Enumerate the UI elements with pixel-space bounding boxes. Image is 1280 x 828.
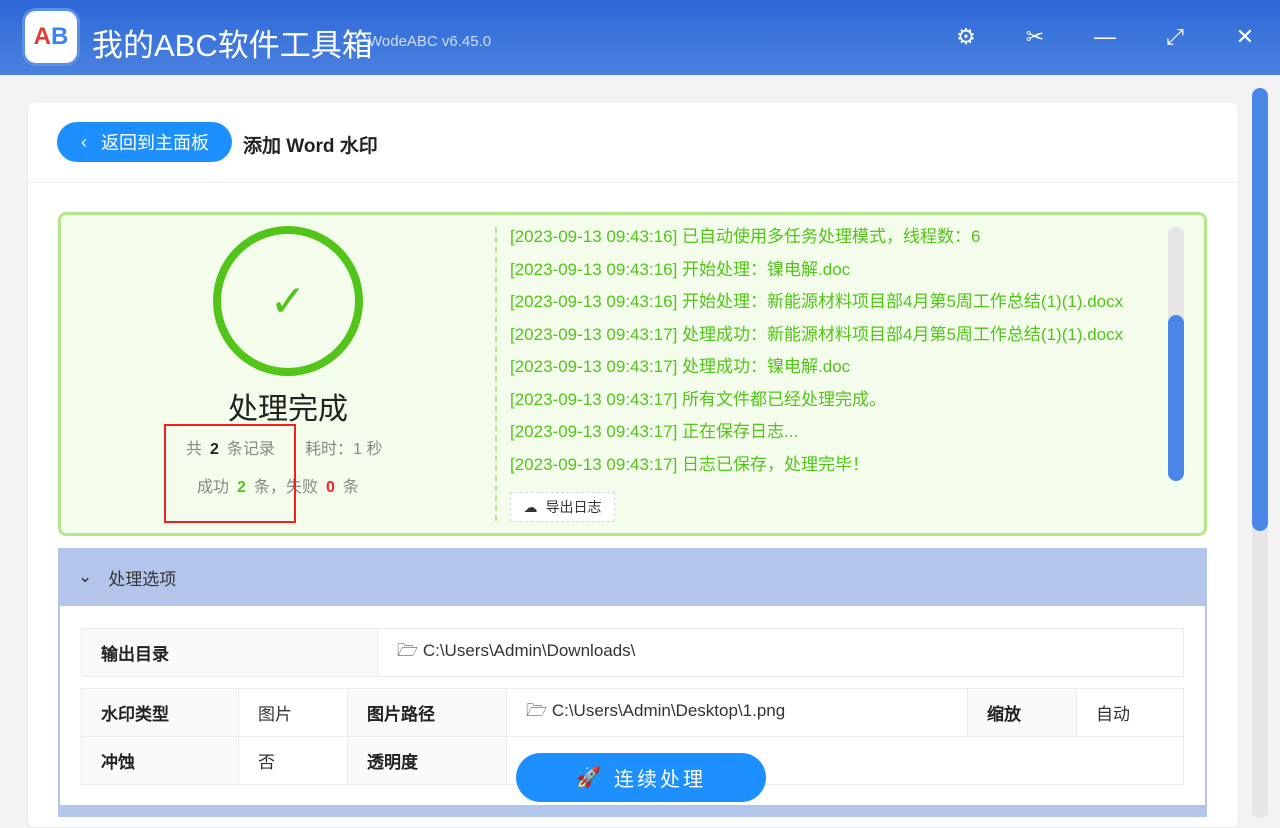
log-line: [2023-09-13 09:43:16] 开始处理：新能源材料项目部4月第5周…	[510, 292, 1124, 311]
continue-processing-button[interactable]: 🚀 连续处理	[516, 753, 766, 802]
export-log-button[interactable]: ☁ 导出日志	[510, 492, 615, 522]
log-scrollbar[interactable]	[1168, 227, 1184, 481]
erode-label: 冲蚀	[81, 736, 239, 785]
highlight-box	[164, 424, 296, 523]
log-line: [2023-09-13 09:43:17] 所有文件都已经处理完成。	[510, 389, 887, 409]
app-version: WodeABC v6.45.0	[368, 33, 492, 50]
log-line: [2023-09-13 09:43:17] 日志已保存，处理完毕！	[510, 454, 870, 474]
status-title: 处理完成	[228, 393, 348, 426]
back-label: 返回到主面板	[101, 133, 209, 153]
log-scrollbar-thumb[interactable]	[1168, 315, 1184, 481]
back-button[interactable]: ‹ 返回到主面板	[57, 122, 232, 162]
erode-value: 否	[238, 736, 348, 785]
minimize-icon[interactable]: —	[1092, 24, 1118, 50]
opacity-label: 透明度	[347, 736, 507, 785]
log-list: [2023-09-13 09:43:16] 已自动使用多任务处理模式，线程数：6…	[510, 225, 1150, 485]
export-log-label: 导出日志	[545, 499, 602, 515]
scale-value: 自动	[1076, 688, 1184, 737]
folder-icon: 🗁	[397, 641, 419, 660]
time-stat: 耗时：1 秒	[305, 441, 383, 458]
options-title: 处理选项	[108, 569, 177, 589]
img-path-value: 🗁 C:\Users\Admin\Desktop\1.png	[506, 688, 968, 737]
maximize-icon[interactable]: ⤢	[1162, 24, 1188, 50]
settings-icon[interactable]: ⚙	[953, 24, 979, 50]
cloud-upload-icon: ☁	[523, 498, 538, 515]
page-scrollbar[interactable]	[1252, 88, 1268, 818]
options-footer	[58, 805, 1207, 817]
app-title: 我的ABC软件工具箱	[92, 28, 373, 63]
log-line: [2023-09-13 09:43:17] 处理成功：新能源材料项目部4月第5周…	[510, 324, 1124, 344]
wm-type-value: 图片	[238, 688, 348, 737]
log-line: [2023-09-13 09:43:16] 已自动使用多任务处理模式，线程数：6	[510, 227, 981, 246]
options-header[interactable]: ⌄ 处理选项	[58, 548, 1207, 606]
page-scrollbar-thumb[interactable]	[1252, 88, 1268, 531]
output-table: 输出目录 🗁 C:\Users\Admin\Downloads\	[81, 628, 1184, 677]
page-title: 添加 Word 水印	[243, 136, 378, 157]
close-icon[interactable]: ✕	[1232, 24, 1258, 50]
title-bar: AB 我的ABC软件工具箱 WodeABC v6.45.0 ⚙ ✂ — ⤢ ✕	[0, 0, 1280, 75]
chevron-down-icon: ⌄	[78, 567, 93, 586]
scissors-icon[interactable]: ✂	[1022, 24, 1048, 50]
scale-label: 缩放	[967, 688, 1077, 737]
fail-count: 0	[325, 479, 335, 496]
success-check-icon: ✓	[213, 226, 363, 376]
rocket-icon: 🚀	[576, 767, 604, 789]
wm-type-label: 水印类型	[81, 688, 239, 737]
log-line: [2023-09-13 09:43:16] 开始处理：镍电解.doc	[510, 259, 851, 279]
chevron-left-icon: ‹	[81, 131, 87, 152]
dashed-divider	[495, 227, 497, 521]
continue-label: 连续处理	[613, 769, 706, 791]
folder-icon: 🗁	[526, 701, 548, 720]
log-line: [2023-09-13 09:43:17] 正在保存日志...	[510, 422, 799, 441]
img-path-label: 图片路径	[347, 688, 507, 737]
output-dir-value: 🗁 C:\Users\Admin\Downloads\	[377, 628, 1184, 677]
log-line: [2023-09-13 09:43:17] 处理成功：镍电解.doc	[510, 357, 851, 376]
output-dir-label: 输出目录	[81, 628, 378, 677]
divider	[28, 182, 1238, 183]
app-logo: AB	[22, 8, 80, 66]
